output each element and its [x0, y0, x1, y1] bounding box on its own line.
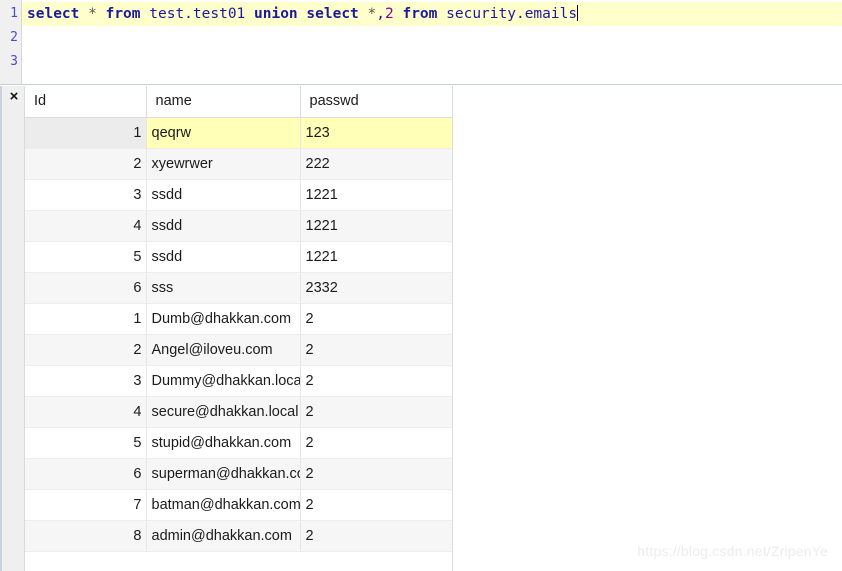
editor-line-number-gutter: 1 2 3 — [0, 0, 22, 84]
cell-name[interactable]: qeqrw — [146, 117, 301, 149]
cell-passwd[interactable]: 2 — [300, 520, 453, 552]
results-row-gutter: × — [0, 86, 25, 571]
sql-token-1 — [79, 6, 88, 22]
sql-token-13: , — [376, 6, 385, 22]
column-header-name[interactable]: name — [146, 86, 301, 118]
sql-token-6: test.test01 — [149, 6, 246, 22]
line-number-2: 2 — [10, 30, 18, 45]
sql-token-17 — [437, 6, 446, 22]
table-row[interactable]: 8 admin@dhakkan.com 2 — [25, 520, 453, 552]
cell-id[interactable]: 8 — [25, 520, 147, 552]
cell-passwd[interactable]: 1221 — [300, 241, 453, 273]
cell-id[interactable]: 6 — [25, 272, 147, 304]
line-number-1: 1 — [10, 6, 18, 21]
cell-passwd[interactable]: 2 — [300, 303, 453, 335]
cell-passwd[interactable]: 1221 — [300, 210, 453, 242]
code-line-2[interactable] — [22, 26, 842, 50]
cell-passwd[interactable]: 2 — [300, 427, 453, 459]
table-row[interactable]: 5 stupid@dhakkan.com 2 — [25, 427, 453, 459]
sql-token-14: 2 — [385, 6, 394, 22]
cell-passwd[interactable]: 2 — [300, 458, 453, 490]
cell-id[interactable]: 7 — [25, 489, 147, 521]
cell-id[interactable]: 6 — [25, 458, 147, 490]
cell-id[interactable]: 2 — [25, 148, 147, 180]
cell-passwd[interactable]: 2 — [300, 365, 453, 397]
grid-empty-area — [452, 86, 842, 571]
table-row[interactable]: 2 xyewrwer 222 — [25, 148, 453, 180]
grid-header-row: Id name passwd — [25, 86, 453, 118]
table-row[interactable]: 2 Angel@iloveu.com 2 — [25, 334, 453, 366]
table-row[interactable]: 6superman@dhakkan.com2 — [25, 458, 453, 490]
cell-name[interactable]: ssdd — [146, 179, 301, 211]
sql-token-4: from — [105, 6, 141, 22]
column-header-passwd[interactable]: passwd — [300, 86, 453, 118]
table-row[interactable]: 3 ssdd 1221 — [25, 179, 453, 211]
cell-name[interactable]: superman@dhakkan.com — [146, 458, 301, 490]
cell-passwd[interactable]: 123 — [300, 117, 453, 149]
table-row[interactable]: 1 qeqrw 123 — [25, 117, 453, 149]
code-line-3[interactable] — [22, 50, 842, 74]
cell-passwd[interactable]: 2 — [300, 334, 453, 366]
query-results-pane: × Id name passwd 1 qeqrw 123 2 xyewrwer 222 3 s… — [0, 86, 842, 571]
sql-token-18: security.emails — [446, 6, 578, 22]
editor-text-area[interactable]: select * from test.test01 union select *… — [22, 0, 842, 84]
table-row[interactable]: 1 Dumb@dhakkan.com 2 — [25, 303, 453, 335]
table-row[interactable]: 3 Dummy@dhakkan.local 2 — [25, 365, 453, 397]
cell-name[interactable]: admin@dhakkan.com — [146, 520, 301, 552]
cell-id[interactable]: 3 — [25, 179, 147, 211]
sql-token-10: select — [306, 6, 359, 22]
code-line-1[interactable]: select * from test.test01 union select *… — [22, 2, 842, 26]
sql-token-0: select — [27, 6, 80, 22]
cell-passwd[interactable]: 222 — [300, 148, 453, 180]
cell-passwd[interactable]: 1221 — [300, 179, 453, 211]
cell-id[interactable]: 4 — [25, 396, 147, 428]
sql-token-7 — [245, 6, 254, 22]
cell-name[interactable]: ssdd — [146, 210, 301, 242]
table-row[interactable]: 5 ssdd 1221 — [25, 241, 453, 273]
cell-name[interactable]: ssdd — [146, 241, 301, 273]
sql-token-5 — [141, 6, 150, 22]
cell-id[interactable]: 1 — [25, 117, 147, 149]
cell-id[interactable]: 5 — [25, 241, 147, 273]
cell-id[interactable]: 3 — [25, 365, 147, 397]
cell-id[interactable]: 2 — [25, 334, 147, 366]
cell-id[interactable]: 5 — [25, 427, 147, 459]
text-cursor — [577, 5, 579, 21]
sql-editor-pane[interactable]: 1 2 3 select * from test.test01 union se… — [0, 0, 842, 85]
close-icon[interactable]: × — [5, 88, 23, 106]
results-grid-wrapper: Id name passwd 1 qeqrw 123 2 xyewrwer 222 3 ssd… — [25, 86, 842, 571]
column-header-id[interactable]: Id — [25, 86, 147, 118]
cell-name[interactable]: xyewrwer — [146, 148, 301, 180]
results-grid-body: 1 qeqrw 123 2 xyewrwer 222 3 ssdd 1221 4 ssdd 1221 5… — [25, 117, 453, 552]
cell-name[interactable]: batman@dhakkan.com — [146, 489, 301, 521]
cell-passwd[interactable]: 2 — [300, 489, 453, 521]
sql-token-2: * — [88, 6, 97, 22]
sql-token-11 — [359, 6, 368, 22]
cell-name[interactable]: Angel@iloveu.com — [146, 334, 301, 366]
table-row[interactable]: 4 ssdd 1221 — [25, 210, 453, 242]
results-grid[interactable]: Id name passwd 1 qeqrw 123 2 xyewrwer 222 3 ssd… — [25, 86, 453, 552]
cell-name[interactable]: Dummy@dhakkan.local — [146, 365, 301, 397]
table-row[interactable]: 6 sss 2332 — [25, 272, 453, 304]
cell-passwd[interactable]: 2332 — [300, 272, 453, 304]
sql-token-12: * — [367, 6, 377, 22]
sql-token-8: union — [254, 6, 298, 22]
cell-name[interactable]: secure@dhakkan.local — [146, 396, 301, 428]
sql-token-3 — [97, 6, 106, 22]
cell-name[interactable]: sss — [146, 272, 301, 304]
cell-name[interactable]: Dumb@dhakkan.com — [146, 303, 301, 335]
table-row[interactable]: 4 secure@dhakkan.local 2 — [25, 396, 453, 428]
cell-id[interactable]: 4 — [25, 210, 147, 242]
cell-name[interactable]: stupid@dhakkan.com — [146, 427, 301, 459]
sql-token-16: from — [402, 6, 438, 22]
watermark-text: https://blog.csdn.net/ZripenYe — [637, 543, 828, 559]
cell-passwd[interactable]: 2 — [300, 396, 453, 428]
cell-id[interactable]: 1 — [25, 303, 147, 335]
table-row[interactable]: 7 batman@dhakkan.com 2 — [25, 489, 453, 521]
line-number-3: 3 — [10, 54, 18, 69]
